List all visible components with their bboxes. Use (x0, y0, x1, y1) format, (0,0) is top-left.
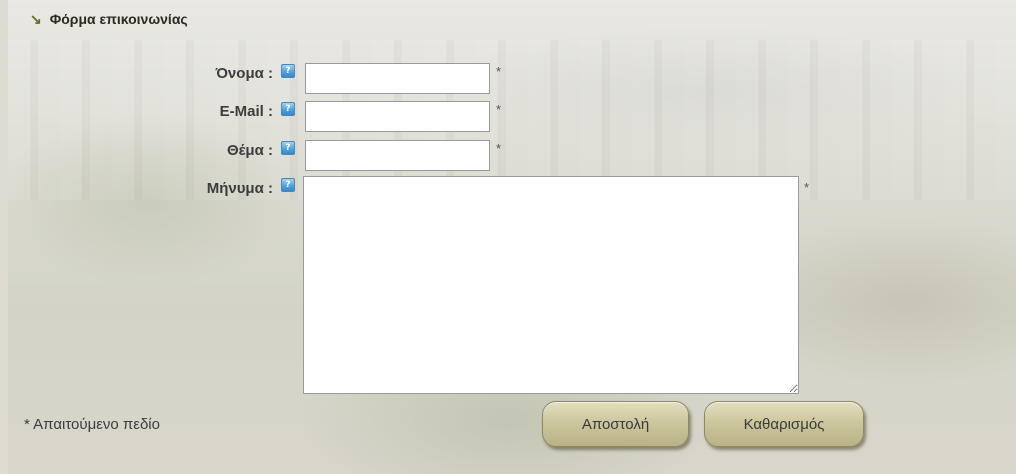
required-mark: * (496, 141, 502, 156)
help-icon[interactable]: ? (281, 141, 295, 155)
subject-input[interactable] (305, 140, 490, 171)
required-field-note: * Απαιτούμενο πεδίο (24, 416, 160, 433)
required-mark: * (496, 102, 502, 117)
form-title: ↘ Φόρμα επικοινωνίας (30, 11, 188, 27)
required-mark: * (804, 180, 810, 195)
send-button[interactable]: Αποστολή (542, 401, 689, 447)
email-input[interactable] (305, 101, 490, 132)
name-input[interactable] (305, 63, 490, 94)
message-label: Μήνυμα : (206, 180, 273, 197)
name-label: Όνομα : (215, 65, 273, 82)
arrow-down-right-icon: ↘ (30, 11, 42, 27)
help-icon[interactable]: ? (281, 178, 295, 192)
email-label: E-Mail : (219, 103, 273, 120)
help-icon[interactable]: ? (281, 102, 295, 116)
message-textarea[interactable] (303, 176, 799, 394)
subject-label: Θέμα : (227, 142, 273, 159)
help-icon[interactable]: ? (281, 64, 295, 78)
reset-button[interactable]: Καθαρισμός (704, 401, 864, 447)
form-title-text: Φόρμα επικοινωνίας (49, 11, 188, 27)
required-mark: * (496, 64, 502, 79)
